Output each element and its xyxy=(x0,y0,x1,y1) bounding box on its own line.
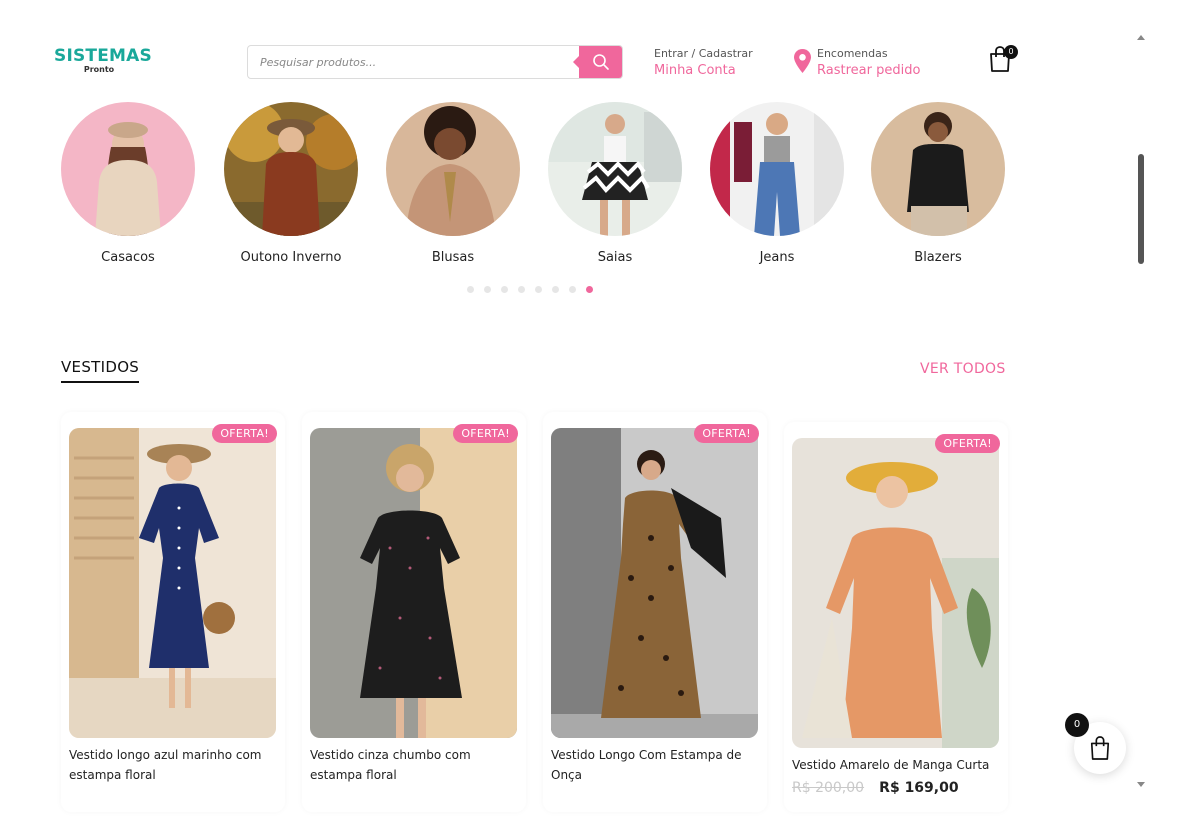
offer-badge: OFERTA! xyxy=(935,434,1000,453)
account-menu[interactable]: Entrar / Cadastrar Minha Conta xyxy=(654,47,753,81)
orders-label: Encomendas xyxy=(817,47,888,60)
product-image xyxy=(69,428,276,738)
product-name[interactable]: Vestido longo azul marinho com estampa f… xyxy=(69,745,279,785)
category-label: Saias xyxy=(597,250,633,265)
product-card[interactable]: OFERTA! Vestido Longo Com Estampa de Onç… xyxy=(543,412,767,812)
search-bar xyxy=(247,45,623,79)
category-jeans[interactable]: Jeans xyxy=(710,102,844,265)
category-blazers[interactable]: Blazers xyxy=(871,102,1005,265)
category-casacos[interactable]: Casacos xyxy=(61,102,195,265)
header-cart-count: 0 xyxy=(1004,45,1018,59)
category-image xyxy=(548,102,682,236)
category-label: Jeans xyxy=(759,250,795,265)
carousel-dot[interactable] xyxy=(484,286,491,293)
carousel-pagination xyxy=(467,286,593,293)
category-label: Blusas xyxy=(431,250,475,265)
scroll-up-arrow-icon[interactable] xyxy=(1137,35,1145,40)
my-account-link[interactable]: Minha Conta xyxy=(654,61,753,81)
category-blusas[interactable]: Blusas xyxy=(386,102,520,265)
product-name[interactable]: Vestido Amarelo de Manga Curta xyxy=(792,755,1002,775)
category-carousel: Casacos Outono Inverno Blusas Saias Jean… xyxy=(0,102,1132,272)
category-saias[interactable]: Saias xyxy=(548,102,682,265)
product-name[interactable]: Vestido Longo Com Estampa de Onça xyxy=(551,745,761,785)
carousel-dot[interactable] xyxy=(552,286,559,293)
track-order-link[interactable]: Rastrear pedido xyxy=(817,61,920,81)
carousel-dot[interactable] xyxy=(569,286,576,293)
category-label: Outono Inverno xyxy=(240,250,342,265)
shopping-bag-icon xyxy=(1090,736,1110,760)
site-logo[interactable]: SISTEMAS Pronto xyxy=(54,46,152,75)
product-card[interactable]: OFERTA! Vestido Amarelo de Manga Curta R… xyxy=(784,422,1008,812)
location-pin-icon xyxy=(794,49,811,73)
category-image xyxy=(61,102,195,236)
offer-badge: OFERTA! xyxy=(453,424,518,443)
see-all-link[interactable]: VER TODOS xyxy=(920,361,1006,377)
scrollbar-thumb[interactable] xyxy=(1138,154,1144,264)
page: SISTEMAS Pronto Entrar / Cadastrar Minha… xyxy=(0,0,1132,829)
carousel-dot[interactable] xyxy=(586,286,593,293)
category-outono-inverno[interactable]: Outono Inverno xyxy=(224,102,358,265)
scrollbar[interactable] xyxy=(1132,30,1150,800)
carousel-dot[interactable] xyxy=(518,286,525,293)
product-image xyxy=(551,428,758,738)
logo-sub-text: Pronto xyxy=(83,65,115,74)
carousel-dot[interactable] xyxy=(501,286,508,293)
product-prices: R$ 200,00 R$ 169,00 xyxy=(792,777,959,796)
header-cart-button[interactable]: 0 xyxy=(988,45,1018,77)
product-old-price: R$ 200,00 xyxy=(792,780,865,796)
carousel-dot[interactable] xyxy=(535,286,542,293)
orders-text: Encomendas Rastrear pedido xyxy=(817,47,920,81)
offer-badge: OFERTA! xyxy=(694,424,759,443)
category-label: Blazers xyxy=(914,250,962,265)
search-button[interactable] xyxy=(573,46,622,78)
category-label: Casacos xyxy=(101,250,155,265)
category-image xyxy=(710,102,844,236)
category-image xyxy=(871,102,1005,236)
product-image xyxy=(792,438,999,748)
offer-badge: OFERTA! xyxy=(212,424,277,443)
product-card[interactable]: OFERTA! Vestido longo azul marinho com e… xyxy=(61,412,285,812)
floating-cart-count: 0 xyxy=(1065,713,1089,737)
product-image xyxy=(310,428,517,738)
category-image xyxy=(224,102,358,236)
product-price: R$ 169,00 xyxy=(879,780,959,796)
search-input[interactable] xyxy=(248,46,580,78)
search-icon xyxy=(592,54,609,70)
product-card[interactable]: OFERTA! Vestido cinza chumbo com estampa… xyxy=(302,412,526,812)
logo-main-text: SISTEMAS xyxy=(54,46,152,66)
product-name[interactable]: Vestido cinza chumbo com estampa floral xyxy=(310,745,520,785)
scroll-down-arrow-icon[interactable] xyxy=(1137,782,1145,787)
category-image xyxy=(386,102,520,236)
section-title: VESTIDOS xyxy=(61,358,140,383)
account-login-label[interactable]: Entrar / Cadastrar xyxy=(654,47,753,61)
carousel-dot[interactable] xyxy=(467,286,474,293)
